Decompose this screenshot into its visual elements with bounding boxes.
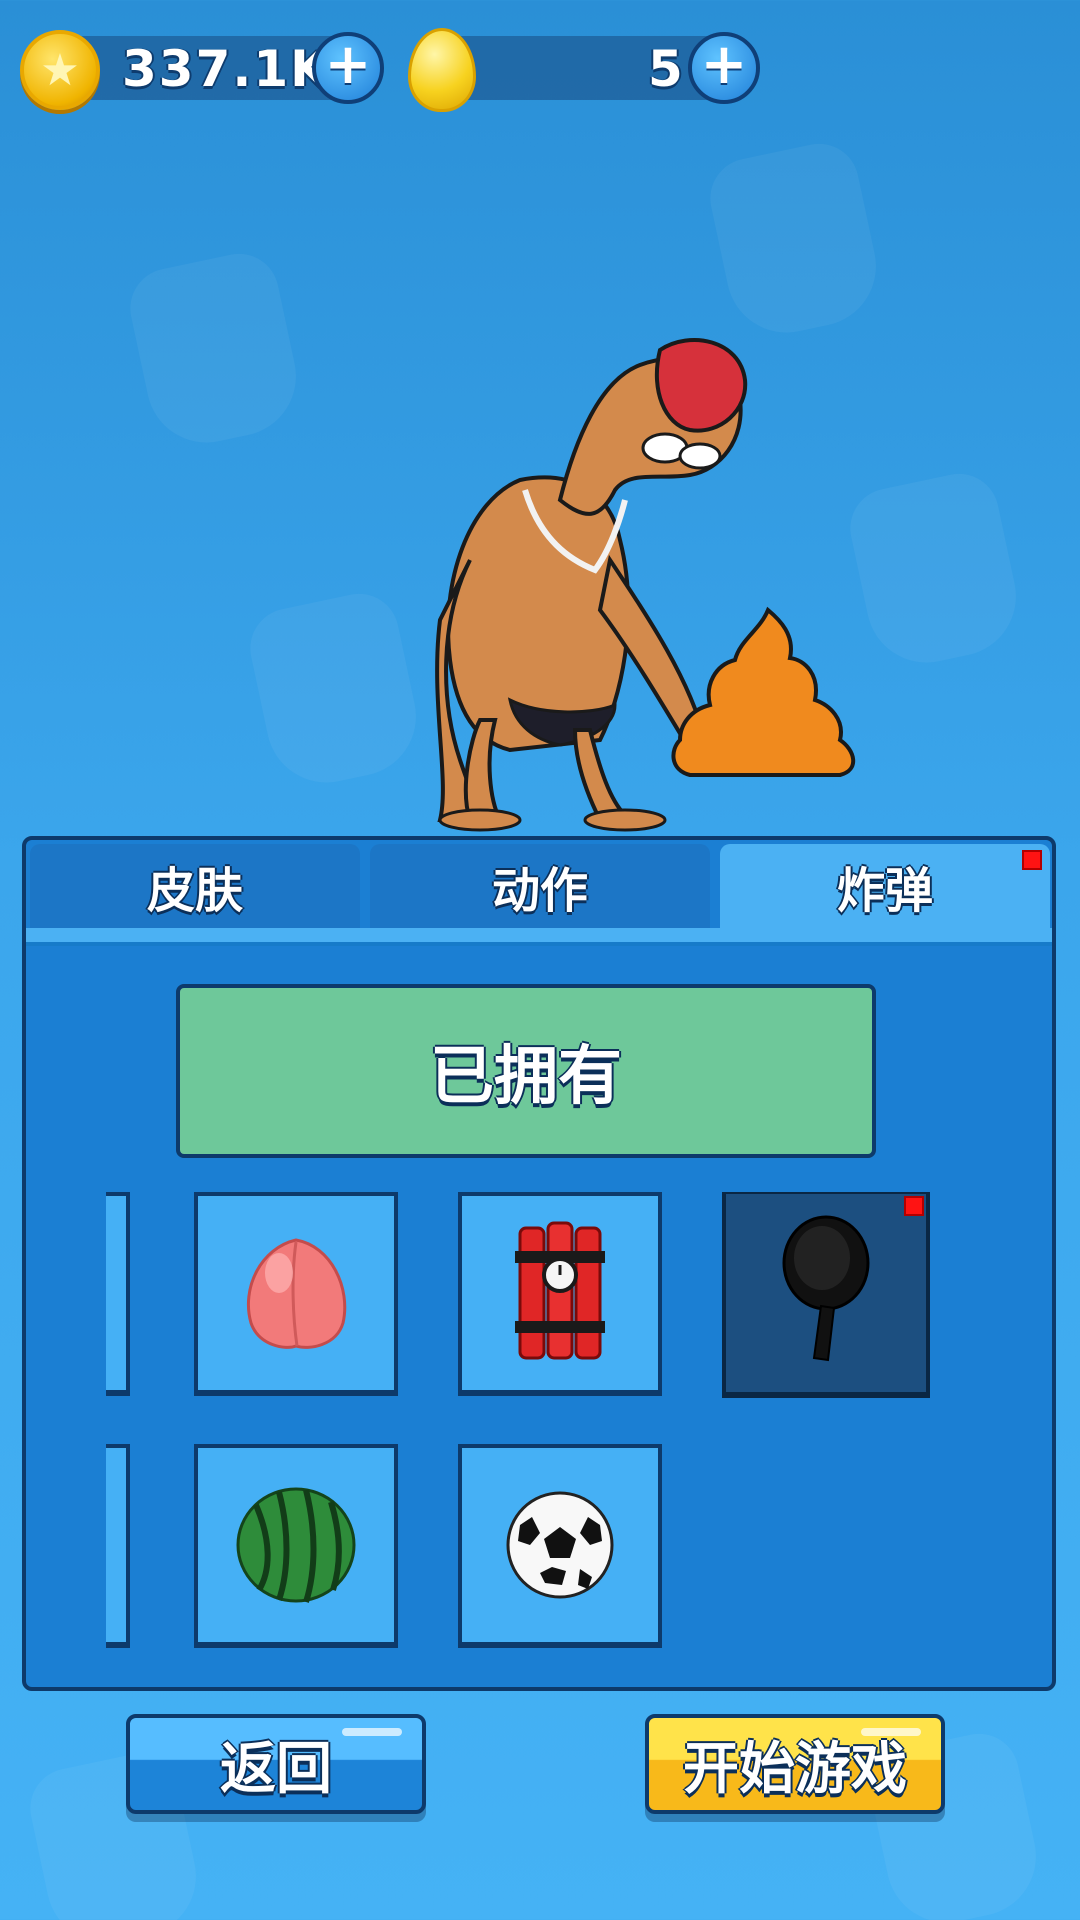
item-slot-partial[interactable] [106,1192,130,1396]
category-tabs: 皮肤 动作 炸弹 [26,840,1052,928]
coin-value: 337.1K [122,40,331,98]
tab-action[interactable]: 动作 [370,844,710,928]
owned-status-label: 已拥有 [430,1040,622,1114]
peach-icon [246,1238,347,1349]
tab-skin[interactable]: 皮肤 [30,844,360,928]
item-slot-soccer-ball[interactable] [458,1444,662,1648]
add-coins-button[interactable]: + [312,32,384,104]
item-grid [106,1192,966,1662]
item-slot-dynamite[interactable] [458,1192,662,1396]
character-illustration [435,338,856,832]
item-slot-frying-pan[interactable] [722,1192,930,1398]
item-slot-watermelon[interactable] [194,1444,398,1648]
tab-action-label: 动作 [491,863,588,919]
item-notification-dot [904,1196,924,1216]
add-eggs-button[interactable]: + [688,32,760,104]
owned-status-button[interactable]: 已拥有 [176,984,876,1158]
tab-bomb-notification-dot [1022,850,1042,870]
tab-underline [26,928,1052,946]
egg-value: 5 [648,40,685,98]
item-slot-partial[interactable] [106,1444,130,1648]
egg-counter: 5 + [408,28,768,112]
shop-panel: 皮肤 动作 炸弹 已拥有 [22,836,1056,1691]
soccer-ball-icon [506,1491,614,1599]
plus-icon: + [700,32,748,97]
plus-icon: + [324,32,372,97]
button-shine [861,1728,921,1736]
character-preview [0,320,1080,840]
frying-pan-icon [782,1215,870,1362]
gold-star-coin-icon: ★ [20,30,100,110]
tab-bomb[interactable]: 炸弹 [720,844,1050,928]
watermelon-icon [236,1487,356,1603]
dynamite-icon [515,1221,605,1360]
tab-bomb-label: 炸弹 [836,863,933,919]
coin-counter: ★ 337.1K + [20,30,390,110]
button-shine [342,1728,402,1736]
background-pattern [702,136,888,344]
item-slot-peach[interactable] [194,1192,398,1396]
back-button[interactable]: 返回 [126,1714,426,1814]
tab-skin-label: 皮肤 [146,863,243,919]
start-game-button[interactable]: 开始游戏 [645,1714,945,1814]
back-button-label: 返回 [220,1736,332,1802]
